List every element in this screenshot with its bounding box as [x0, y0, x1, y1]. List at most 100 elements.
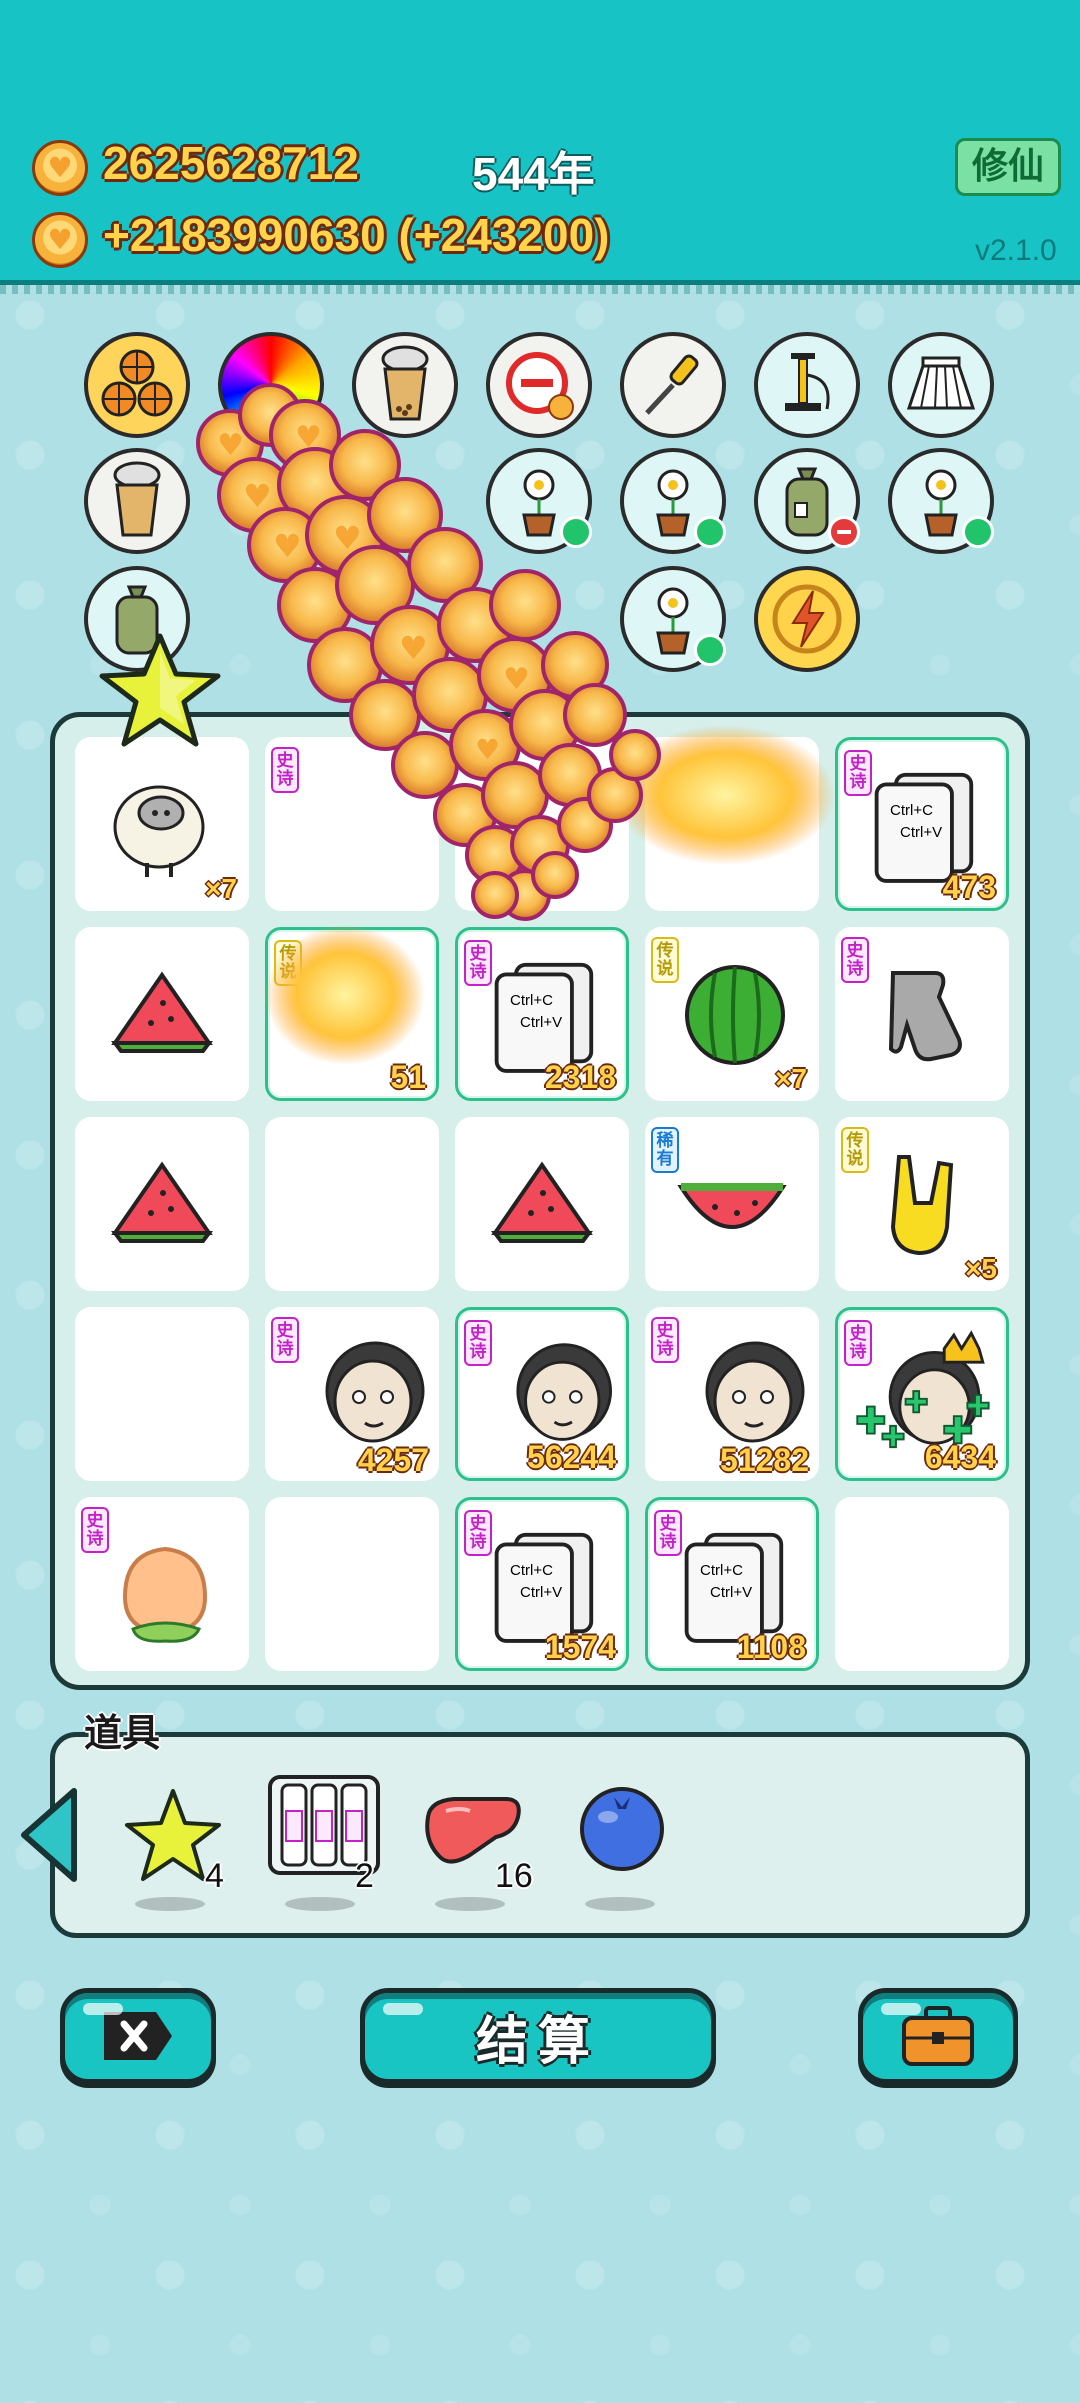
board-cell-watermelon[interactable]	[75, 927, 249, 1101]
copy-text: Ctrl+C	[700, 1562, 743, 1579]
no-entry-graphic	[506, 352, 574, 420]
item-count: 6434	[924, 1439, 996, 1475]
board-cell-face[interactable]: 史诗 51282	[645, 1307, 819, 1481]
pointing-hand-icon	[888, 971, 962, 1062]
status-badge	[694, 516, 726, 548]
xiuxian-button[interactable]: 修仙	[955, 138, 1061, 196]
board-cell-face[interactable]: 史诗 56244	[455, 1307, 629, 1481]
tool-shadow	[135, 1897, 205, 1911]
board-cell-empty[interactable]	[265, 1497, 439, 1671]
copy-text: Ctrl+C	[890, 802, 933, 819]
board-cell-peach[interactable]: 史诗	[75, 1497, 249, 1671]
item-multiplier: ×7	[205, 873, 237, 904]
status-badge	[828, 516, 860, 548]
screwdriver-graphic	[645, 354, 699, 415]
year-counter: 544年	[472, 148, 595, 200]
inventory-button[interactable]	[858, 1988, 1018, 2084]
version-label: v2.1.0	[975, 234, 1057, 267]
board-cell[interactable]	[645, 737, 819, 911]
coin-icon	[32, 140, 88, 196]
coins-total: 2625628712	[103, 137, 359, 189]
paste-text: Ctrl+V	[520, 1584, 563, 1601]
coins-gain: +2183990630 (+243200)	[103, 209, 610, 261]
watermelon-slice-icon	[111, 1161, 213, 1243]
board-cell-copy-card[interactable]: 史诗 Ctrl+C Ctrl+V 1108	[645, 1497, 819, 1671]
board-cell-rock-hand[interactable]: 传说 ×5	[835, 1117, 1009, 1291]
board-cell-watermelon[interactable]	[75, 1117, 249, 1291]
tools-panel: 4 2 16	[50, 1732, 1030, 1938]
board-cell-empty[interactable]	[75, 1307, 249, 1481]
item-multiplier: ×7	[775, 1063, 807, 1094]
board-cell[interactable]: 史诗	[265, 737, 439, 911]
potted-flower-icon[interactable]	[620, 566, 726, 672]
pump-icon[interactable]	[754, 332, 860, 438]
skirt-graphic	[906, 356, 976, 410]
game-board: ×7 史诗 史诗 Ctrl+C Ctrl+V 473 传说 51 史诗 Ctrl…	[50, 712, 1030, 1690]
board-cell-watermelon[interactable]: 传说 ×7	[645, 927, 819, 1101]
settle-button[interactable]: 结算	[360, 1988, 716, 2084]
settle-label: 结算	[475, 2011, 600, 2072]
board-cell[interactable]	[455, 737, 629, 911]
item-multiplier: ×5	[965, 1253, 997, 1284]
basketballs-graphic	[101, 349, 173, 417]
item-count: 1108	[736, 1629, 806, 1665]
basketballs-icon[interactable]	[84, 332, 190, 438]
bubble-tea-icon[interactable]	[84, 448, 190, 554]
peach-icon	[122, 1546, 208, 1643]
board-cell-crowned-face[interactable]: 史诗 6434	[835, 1307, 1009, 1481]
briefcase-icon	[902, 2006, 974, 2066]
board-cell-sheep[interactable]: ×7	[75, 737, 249, 911]
item-count: 1574	[544, 1629, 616, 1665]
blueberry-icon[interactable]	[560, 1767, 690, 1897]
board-cell-empty[interactable]	[835, 1497, 1009, 1671]
rgb-ball-icon[interactable]	[218, 332, 324, 438]
scroll-count: 2	[355, 1857, 374, 1895]
potted-flower-icon[interactable]	[888, 448, 994, 554]
trash-bag-icon[interactable]	[754, 448, 860, 554]
close-icon	[104, 2012, 172, 2060]
board-cell-copy-card[interactable]: 史诗 Ctrl+C Ctrl+V 473	[835, 737, 1009, 911]
tools-label: 道具	[84, 1711, 161, 1755]
no-entry-coin-icon[interactable]	[486, 332, 592, 438]
tool-shadow	[585, 1897, 655, 1911]
paste-text: Ctrl+V	[710, 1584, 753, 1601]
board-cell[interactable]: 传说 51	[265, 927, 439, 1101]
board-cell-empty[interactable]	[265, 1117, 439, 1291]
screwdriver-icon[interactable]	[620, 332, 726, 438]
epic-tag: 史诗	[271, 747, 299, 793]
pump-graphic	[785, 353, 830, 411]
item-count: 4257	[357, 1442, 429, 1478]
bubble-tea-icon[interactable]	[352, 332, 458, 438]
tool-shadow	[435, 1897, 505, 1911]
item-count: 473	[942, 869, 996, 905]
bubble-tea-graphic	[381, 345, 429, 421]
status-badge	[560, 516, 592, 548]
board-cell-copy-card[interactable]: 史诗 Ctrl+C Ctrl+V 1574	[455, 1497, 629, 1671]
skirt-icon[interactable]	[888, 332, 994, 438]
watermelon-slice-icon	[491, 1161, 593, 1243]
watermelon-slice-icon	[111, 971, 213, 1053]
tool-shadow	[285, 1897, 355, 1911]
top-bar: 2625628712 544年 修仙 +2183990630 (+243200)…	[0, 0, 1080, 294]
coin-icon	[32, 212, 88, 268]
bubble-tea-graphic	[113, 461, 161, 537]
watermelon-half-icon	[677, 1183, 787, 1229]
paste-text: Ctrl+V	[900, 824, 943, 841]
board-cell-watermelon[interactable]	[455, 1117, 629, 1291]
legend-tag: 传说	[274, 940, 302, 986]
potted-flower-icon[interactable]	[620, 448, 726, 554]
lightning-coin-icon[interactable]	[754, 566, 860, 672]
status-badge	[694, 634, 726, 666]
star-count: 4	[205, 1857, 224, 1895]
board-cell-face[interactable]: 史诗 4257	[265, 1307, 439, 1481]
board-cell-pointing-hand[interactable]: 史诗	[835, 927, 1009, 1101]
board-cell-copy-card[interactable]: 史诗 Ctrl+C Ctrl+V 2318	[455, 927, 629, 1101]
item-count: 51	[390, 1059, 426, 1095]
potted-flower-icon[interactable]	[486, 448, 592, 554]
left-arrow-icon[interactable]	[18, 1785, 80, 1885]
status-badge	[962, 516, 994, 548]
board-cell-watermelon[interactable]: 稀有	[645, 1117, 819, 1291]
star-icon	[99, 633, 221, 747]
copy-text: Ctrl+C	[510, 992, 553, 1009]
close-button[interactable]	[60, 1988, 216, 2084]
